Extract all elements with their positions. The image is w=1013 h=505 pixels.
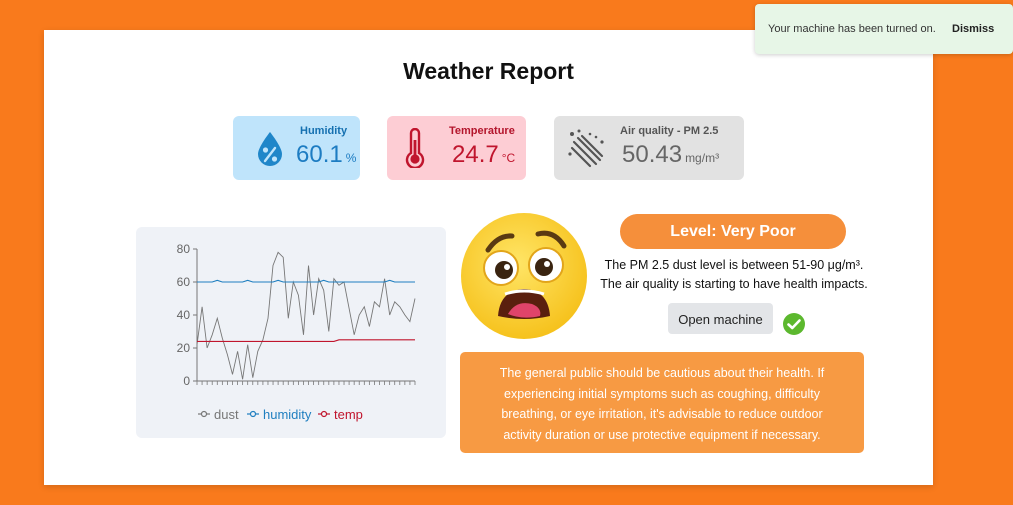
dismiss-button[interactable]: Dismiss: [952, 23, 994, 35]
humidity-unit: %: [345, 151, 357, 165]
legend-label-humidity: humidity: [263, 407, 312, 422]
health-advice-box: The general public should be cautious ab…: [460, 352, 864, 453]
temperature-value: 24.7 °C: [452, 141, 516, 168]
air-quality-card: Air quality - PM 2.5 50.43 mg/m³: [554, 116, 744, 180]
y-tick-label: 40: [177, 308, 191, 322]
y-tick-label: 0: [183, 374, 190, 388]
legend-label-temp: temp: [334, 407, 363, 422]
water-percent-icon: [257, 131, 283, 172]
air-quality-label: Air quality - PM 2.5: [620, 125, 719, 137]
temperature-card: Temperature 24.7 °C: [387, 116, 526, 180]
thermometer-icon: [405, 127, 425, 173]
anxious-face-icon: [458, 210, 590, 347]
air-quality-level-badge: Level: Very Poor: [620, 214, 846, 249]
dust-particles-icon: [566, 128, 606, 173]
series-line-humidity: [197, 279, 415, 283]
page-title: Weather Report: [403, 58, 574, 84]
description-line-1: The PM 2.5 dust level is between 51-90 μ…: [604, 258, 864, 272]
legend-marker-dust: [200, 410, 208, 418]
weather-report-card: Weather Report Humidity 60.1% Temperatur…: [44, 30, 933, 485]
humidity-value: 60.1%: [296, 141, 357, 168]
legend-label-dust: dust: [214, 407, 239, 422]
series-line-dust: [196, 251, 416, 380]
y-tick-label: 80: [177, 242, 191, 256]
notification-toast: Your machine has been turned on. Dismiss: [755, 4, 1013, 54]
toast-message: Your machine has been turned on.: [768, 23, 936, 35]
check-circle-icon: [782, 312, 806, 341]
air-quality-unit: mg/m³: [685, 151, 720, 165]
level-description: The PM 2.5 dust level is between 51-90 μ…: [579, 256, 889, 294]
y-tick-label: 60: [177, 275, 191, 289]
humidity-label: Humidity: [300, 125, 348, 137]
temperature-label: Temperature: [449, 125, 515, 137]
series-line-temp: [197, 339, 415, 342]
air-quality-value: 50.43 mg/m³: [622, 141, 720, 168]
legend-marker-temp: [320, 410, 328, 418]
humidity-card: Humidity 60.1%: [233, 116, 360, 180]
description-line-2: The air quality is starting to have heal…: [600, 277, 868, 291]
y-tick-label: 20: [177, 341, 191, 355]
sensor-chart: 0 20 40 60 80 dust humidity temp: [136, 227, 446, 438]
legend-marker-humidity: [249, 410, 257, 418]
temperature-unit: °C: [501, 151, 516, 165]
line-chart: 0 20 40 60 80 dust humidity temp: [177, 242, 416, 422]
open-machine-button[interactable]: Open machine: [668, 303, 773, 334]
